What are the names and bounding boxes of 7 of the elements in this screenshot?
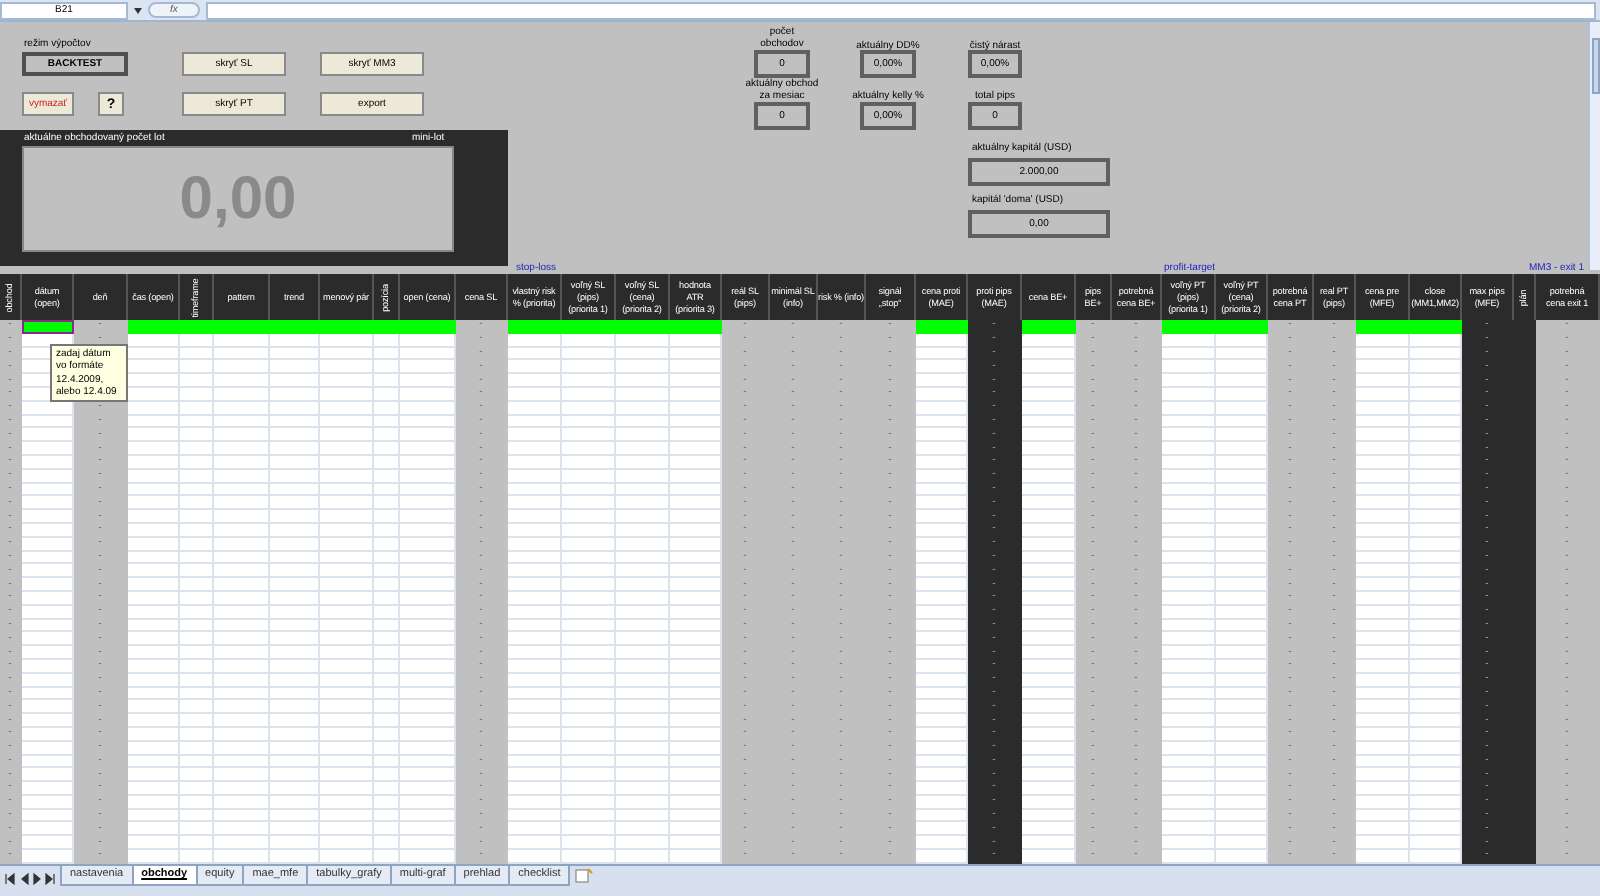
input-cell[interactable] xyxy=(22,320,74,334)
new-sheet-icon[interactable] xyxy=(574,868,595,884)
scrollbar[interactable] xyxy=(1588,22,1600,270)
scrollbar-thumb[interactable] xyxy=(1591,38,1599,94)
dropdown-arrow-icon[interactable] xyxy=(134,7,142,13)
formula-field[interactable] xyxy=(205,1,1596,19)
sheet-navigation-icon[interactable] xyxy=(4,872,56,886)
